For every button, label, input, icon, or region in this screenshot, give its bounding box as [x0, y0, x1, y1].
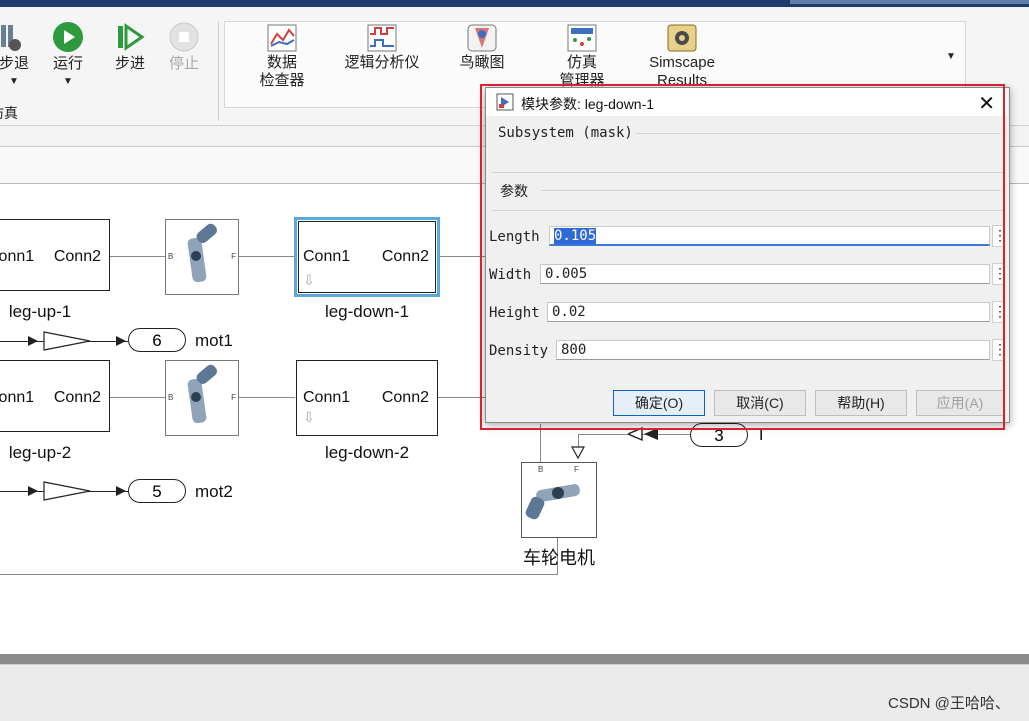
connection-line: [0, 574, 558, 575]
block-label: leg-down-1: [324, 302, 410, 321]
birds-eye-label: 鸟瞰图: [459, 54, 505, 71]
title-bar-accent: [790, 0, 1029, 4]
connection-line: [438, 397, 486, 398]
outport-label: mot2: [195, 482, 233, 501]
highlight-frame: [480, 84, 1005, 430]
gain-block[interactable]: [28, 330, 138, 354]
stop-icon: [169, 22, 199, 52]
connection-line: [238, 397, 295, 398]
horizontal-scrollbar[interactable]: [0, 654, 1029, 664]
step-forward-button[interactable]: 步进: [110, 21, 150, 73]
logic-analyzer-label: 逻辑分析仪: [344, 54, 420, 71]
port-label-right: Conn2: [381, 248, 429, 265]
connection-line: [438, 256, 486, 257]
look-under-mask-icon: ⇩: [303, 272, 315, 288]
simulation-manager-button[interactable]: 仿真 管理器: [552, 24, 612, 90]
block-label: leg-down-2: [324, 443, 410, 462]
revolute-joint-icon: [187, 223, 218, 283]
toolstrip-expand-icon[interactable]: ▼: [942, 51, 960, 62]
revolute-joint-icon: [187, 364, 218, 424]
connection-line: [238, 256, 295, 257]
chevron-down-icon: ▼: [9, 76, 19, 87]
port-label-follower: F: [231, 252, 236, 261]
simulation-manager-icon: [567, 24, 597, 52]
birds-eye-icon: [467, 24, 497, 52]
port-label-left: Conn1: [0, 389, 35, 406]
run-label: 运行: [52, 55, 83, 72]
port-label-right: Conn2: [53, 248, 101, 265]
gain-block[interactable]: [28, 480, 138, 504]
step-back-button[interactable]: 步退 ▼: [0, 21, 34, 91]
port-label-base: B: [168, 252, 174, 261]
block-label: leg-up-1: [8, 302, 72, 321]
revolute-joint-block[interactable]: B F: [165, 219, 239, 295]
connection-line: [110, 256, 166, 257]
toolstrip-separator: [218, 21, 219, 121]
connection-line: [110, 397, 166, 398]
logic-analyzer-icon: [367, 24, 397, 52]
look-under-mask-icon: ⇩: [303, 409, 315, 425]
simulation-manager-label-1: 仿真: [566, 54, 597, 71]
outport-label: mot1: [195, 331, 233, 350]
port-label-right: Conn2: [53, 389, 101, 406]
revolute-joint-block[interactable]: B F: [165, 360, 239, 436]
chevron-down-icon: ▼: [63, 76, 73, 87]
data-inspector-label-2: 检查器: [259, 72, 305, 89]
birds-eye-button[interactable]: 鸟瞰图: [452, 24, 512, 72]
data-inspector-button[interactable]: 数据 检查器: [252, 24, 312, 90]
block-leg-up-1[interactable]: Conn1 Conn2: [0, 219, 110, 291]
port-label-left: Conn1: [303, 389, 351, 406]
data-inspector-label-1: 数据: [266, 54, 297, 71]
step-back-label: 步退: [0, 55, 29, 72]
port-label-left: Conn1: [303, 248, 351, 265]
step-back-icon: [1, 25, 21, 51]
stop-label: 停止: [168, 55, 199, 72]
step-forward-icon: [118, 23, 145, 51]
simscape-results-icon: [667, 24, 697, 52]
outport-block[interactable]: 6: [128, 328, 186, 352]
block-leg-down-1[interactable]: Conn1 Conn2 ⇩: [294, 217, 440, 297]
wheel-motor-block[interactable]: B F: [521, 462, 597, 538]
run-button[interactable]: 运行 ▼: [48, 21, 88, 91]
watermark: CSDN @王哈哈、: [888, 695, 1010, 712]
group-label-simulation: 仿真: [0, 105, 18, 121]
run-icon: [53, 22, 83, 52]
status-bar: [0, 664, 1029, 721]
revolute-joint-icon: [525, 484, 580, 520]
outport-block[interactable]: 5: [128, 479, 186, 503]
data-inspector-icon: [267, 24, 297, 52]
simscape-results-label-1: Simscape: [649, 54, 715, 71]
block-label: 车轮电机: [523, 548, 595, 568]
stop-button[interactable]: 停止: [164, 21, 204, 73]
block-label: leg-up-2: [8, 443, 72, 462]
block-leg-down-2[interactable]: Conn1 Conn2 ⇩: [296, 360, 438, 436]
port-arrow-icon: [571, 446, 585, 460]
port-label-base: B: [168, 393, 174, 402]
port-label-right: Conn2: [381, 389, 429, 406]
port-label-base: B: [538, 465, 544, 474]
port-label-follower: F: [574, 465, 579, 474]
port-label-left: Conn1: [0, 248, 35, 265]
simscape-results-button[interactable]: Simscape Results: [642, 24, 722, 90]
logic-analyzer-button[interactable]: 逻辑分析仪: [340, 24, 424, 72]
step-forward-label: 步进: [114, 55, 145, 72]
port-label-follower: F: [231, 393, 236, 402]
block-leg-up-2[interactable]: Conn1 Conn2: [0, 360, 110, 432]
